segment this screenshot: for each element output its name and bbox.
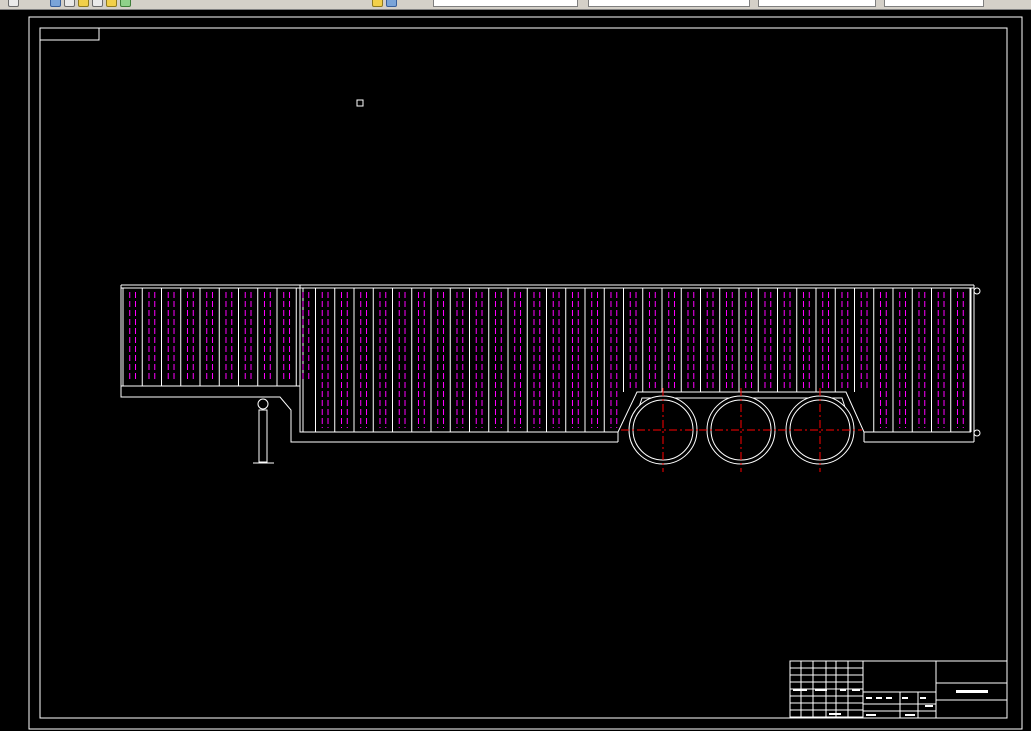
title-block-text-mark [793,689,807,691]
drawing-title-mark [956,690,988,693]
corner-label-box [40,28,100,41]
title-block-text-mark [840,689,846,691]
lineweight-combo[interactable] [884,0,984,7]
light-icon[interactable] [78,0,89,7]
title-block-text-mark [925,705,933,707]
chassis-lower-edge [120,285,618,443]
toolbar-view-group [50,0,131,8]
title-block-text-mark [920,697,926,699]
view-cube-icon[interactable] [50,0,61,7]
title-block-text-mark [852,689,860,691]
title-block-text-mark [866,697,872,699]
save-icon[interactable] [8,0,19,7]
drawing-canvas[interactable] [0,10,1031,731]
sun-icon[interactable] [106,0,117,7]
cad-application [0,0,1031,731]
title-block-text-mark [829,713,841,715]
layer-icon[interactable] [120,0,131,7]
title-block-text-mark [905,714,915,716]
title-block-text-mark [886,697,892,699]
toolbar [0,0,1031,10]
toolbar-render-group [372,0,397,8]
toolbar-left-group [8,0,19,8]
orbit-icon[interactable] [64,0,75,7]
pickbox-cursor [356,99,364,107]
shade-icon[interactable] [386,0,397,7]
wheel-set [621,388,862,472]
title-block [789,660,1008,719]
render-icon[interactable] [372,0,383,7]
title-block-text-mark [866,714,876,716]
title-block-text-mark [876,697,882,699]
title-block-text-mark [815,689,827,691]
title-block-text-mark [902,697,908,699]
landing-gear-pivot [257,398,269,410]
linetype-combo[interactable] [758,0,876,7]
document-icon[interactable] [92,0,103,7]
rear-light-bottom-icon [973,429,981,437]
rear-light-top-icon [973,287,981,295]
landing-gear-leg [258,409,268,463]
drawing-frame [39,27,1008,719]
color-combo[interactable] [588,0,750,7]
chassis-upper-edge [121,385,618,433]
sheet-outer-border [28,16,1023,730]
drawing-svg[interactable] [0,10,1031,731]
layer-combo[interactable] [433,0,578,7]
